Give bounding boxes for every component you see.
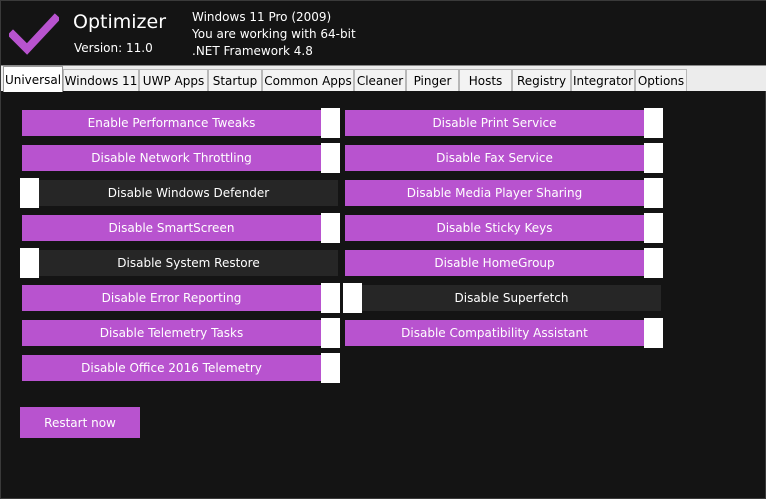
optimizer-window: Optimizer Version: 11.0 Windows 11 Pro (…: [0, 0, 766, 499]
toggle-label: Enable Performance Tweaks: [22, 110, 321, 136]
toggle-knob: [644, 248, 663, 278]
toggle-knob: [644, 213, 663, 243]
toggle-label: Disable Compatibility Assistant: [345, 320, 644, 346]
tab-universal[interactable]: Universal: [3, 66, 63, 92]
tab-common-apps[interactable]: Common Apps: [262, 69, 354, 91]
toggle-knob: [343, 283, 362, 313]
toggle-knob: [20, 178, 39, 208]
header: Optimizer Version: 11.0 Windows 11 Pro (…: [1, 1, 766, 65]
os-info: Windows 11 Pro (2009): [192, 10, 332, 24]
app-title: Optimizer: [73, 11, 167, 33]
toggle-label: Disable Error Reporting: [22, 285, 321, 311]
toggle-label: Disable Superfetch: [362, 285, 661, 311]
toggle-homegroup[interactable]: Disable HomeGroup: [345, 248, 663, 278]
toggle-knob: [644, 108, 663, 138]
tab-strip: Universal Windows 11 UWP Apps Startup Co…: [1, 65, 766, 92]
toggle-sticky-keys[interactable]: Disable Sticky Keys: [345, 213, 663, 243]
restart-now-button[interactable]: Restart now: [20, 407, 140, 438]
tab-windows-11[interactable]: Windows 11: [63, 69, 139, 91]
toggle-print-service[interactable]: Disable Print Service: [345, 108, 663, 138]
toggle-windows-defender[interactable]: Disable Windows Defender: [20, 178, 338, 208]
arch-info: You are working with 64-bit: [192, 27, 356, 41]
tab-hosts[interactable]: Hosts: [459, 69, 512, 91]
toggle-label: Disable SmartScreen: [22, 215, 321, 241]
toggle-label: Disable Network Throttling: [22, 145, 321, 171]
toggle-knob: [321, 213, 340, 243]
toggle-label: Disable Telemetry Tasks: [22, 320, 321, 346]
app-version: Version: 11.0: [74, 41, 153, 55]
checkmark-logo-icon: [9, 13, 59, 55]
tab-registry[interactable]: Registry: [512, 69, 571, 91]
toggle-label: Disable HomeGroup: [345, 250, 644, 276]
toggle-label: Disable Office 2016 Telemetry: [22, 355, 321, 381]
toggle-performance-tweaks[interactable]: Enable Performance Tweaks: [22, 108, 340, 138]
toggle-superfetch[interactable]: Disable Superfetch: [343, 283, 661, 313]
tab-pinger[interactable]: Pinger: [406, 69, 459, 91]
toggle-office-telemetry[interactable]: Disable Office 2016 Telemetry: [22, 353, 340, 383]
toggle-knob: [321, 353, 340, 383]
toggle-label: Disable Media Player Sharing: [345, 180, 644, 206]
toggle-knob: [321, 283, 340, 313]
toggle-network-throttling[interactable]: Disable Network Throttling: [22, 143, 340, 173]
toggle-knob: [644, 178, 663, 208]
tab-cleaner[interactable]: Cleaner: [354, 69, 406, 91]
toggle-media-player-sharing[interactable]: Disable Media Player Sharing: [345, 178, 663, 208]
universal-panel: Enable Performance Tweaks Disable Networ…: [5, 91, 763, 496]
tab-options[interactable]: Options: [635, 69, 687, 91]
toggle-system-restore[interactable]: Disable System Restore: [20, 248, 338, 278]
toggle-knob: [321, 318, 340, 348]
toggle-label: Disable System Restore: [39, 250, 338, 276]
toggle-label: Disable Sticky Keys: [345, 215, 644, 241]
toggle-label: Disable Fax Service: [345, 145, 644, 171]
toggle-knob: [644, 143, 663, 173]
system-info: Windows 11 Pro (2009) You are working wi…: [192, 9, 356, 60]
toggle-label: Disable Print Service: [345, 110, 644, 136]
toggle-error-reporting[interactable]: Disable Error Reporting: [22, 283, 340, 313]
tab-uwp-apps[interactable]: UWP Apps: [139, 69, 208, 91]
toggle-smartscreen[interactable]: Disable SmartScreen: [22, 213, 340, 243]
toggle-compatibility-assistant[interactable]: Disable Compatibility Assistant: [345, 318, 663, 348]
framework-info: .NET Framework 4.8: [192, 44, 313, 58]
toggle-knob: [20, 248, 39, 278]
tab-integrator[interactable]: Integrator: [571, 69, 635, 91]
toggle-knob: [644, 318, 663, 348]
toggle-knob: [321, 143, 340, 173]
toggle-telemetry-tasks[interactable]: Disable Telemetry Tasks: [22, 318, 340, 348]
toggle-knob: [321, 108, 340, 138]
toggle-label: Disable Windows Defender: [39, 180, 338, 206]
toggle-fax-service[interactable]: Disable Fax Service: [345, 143, 663, 173]
tab-startup[interactable]: Startup: [208, 69, 262, 91]
